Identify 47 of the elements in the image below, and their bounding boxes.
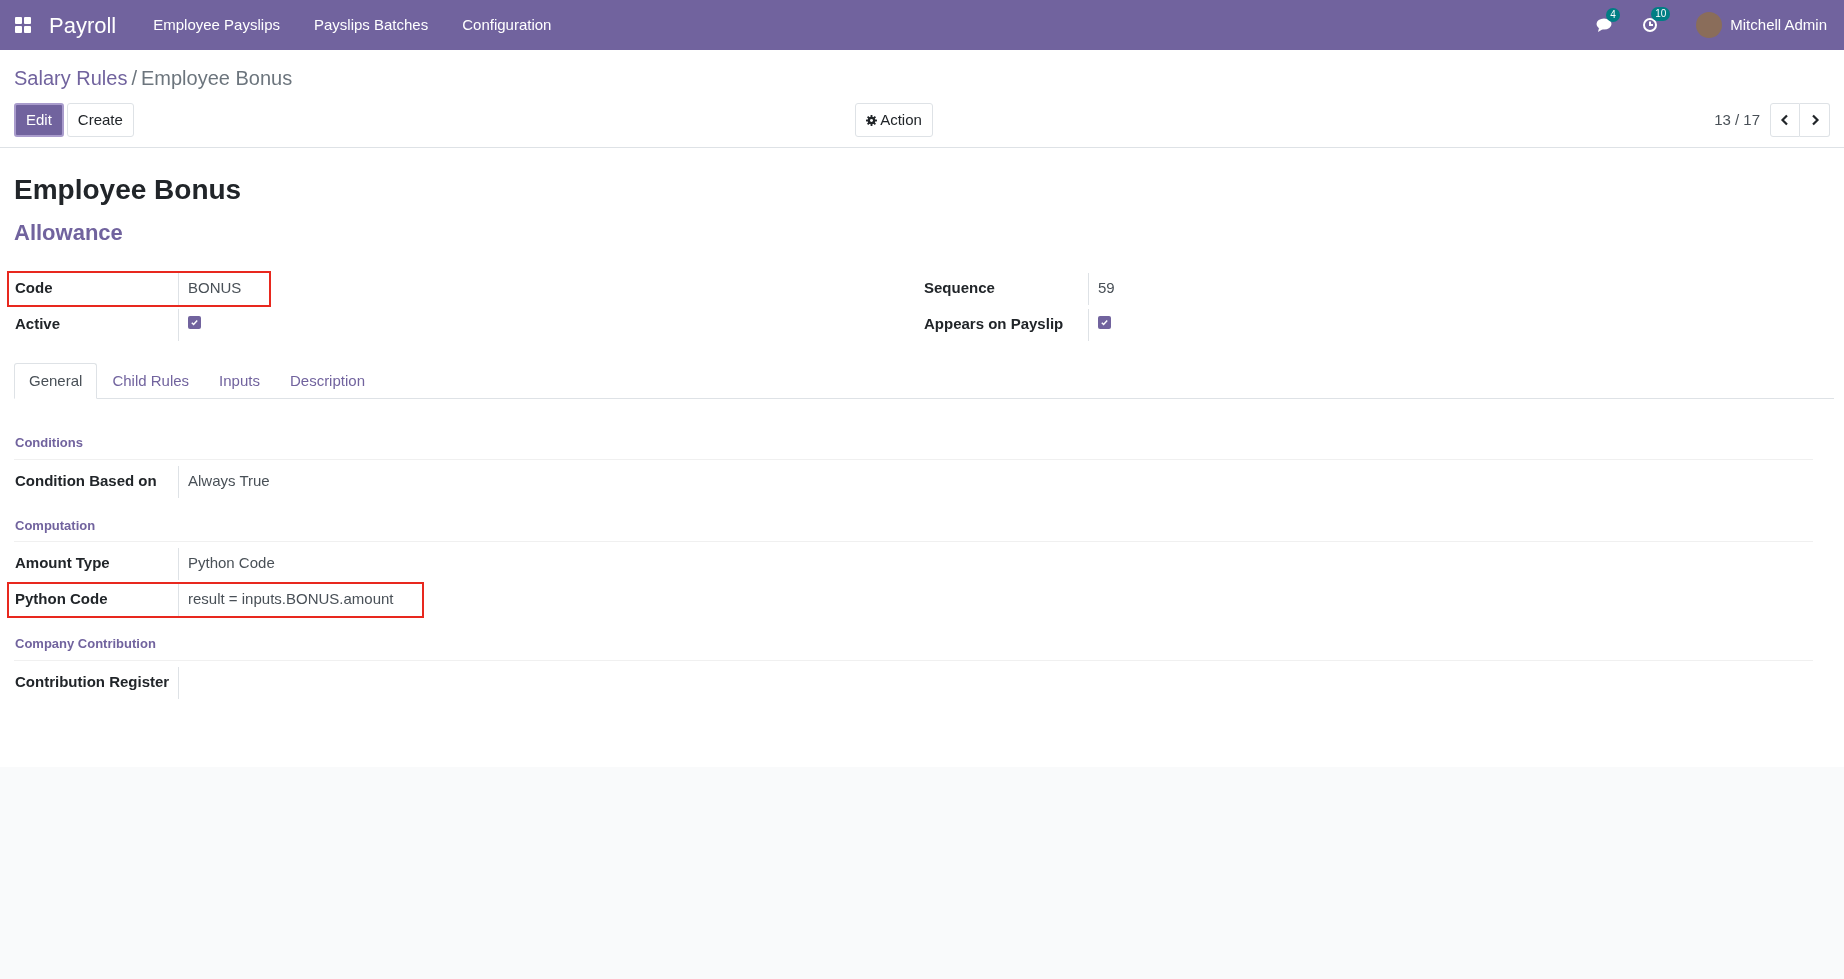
field-value: Always True: [188, 470, 270, 491]
pager-value: 13 / 17: [1714, 109, 1760, 130]
breadcrumb-separator: /: [131, 66, 137, 91]
field-label: Amount Type: [14, 553, 111, 573]
tab[interactable]: Child Rules: [97, 363, 205, 399]
menu-item[interactable]: Payslips Batches: [297, 13, 446, 37]
section-title: Conditions: [14, 433, 1813, 460]
breadcrumb-link[interactable]: Salary Rules: [14, 63, 128, 93]
field-value: BONUS: [188, 278, 242, 298]
checkmark-icon: [190, 318, 199, 327]
tab[interactable]: Description: [274, 363, 380, 399]
action-button[interactable]: Action: [855, 103, 933, 137]
field-value: Python Code: [188, 553, 275, 573]
field-label: Sequence: [923, 278, 996, 298]
field-label: Appears on Payslip: [923, 314, 1065, 334]
field-value: 59: [1098, 278, 1115, 298]
section-title: Company Contribution: [14, 634, 1813, 661]
field-label: Active: [14, 314, 62, 334]
clock-icon[interactable]: [1642, 17, 1659, 33]
badge: 4: [1606, 8, 1620, 22]
gear-icon: [866, 114, 878, 126]
badge: 10: [1651, 7, 1671, 21]
previous-button[interactable]: [1770, 103, 1800, 137]
app-name[interactable]: Payroll: [49, 8, 117, 42]
chevron-right-icon: [1809, 114, 1820, 126]
edit-button[interactable]: Edit: [14, 103, 64, 137]
checkbox[interactable]: [188, 316, 201, 329]
create-button[interactable]: Create: [66, 103, 134, 137]
checkmark-icon: [1100, 318, 1109, 327]
chevron-left-icon: [1780, 114, 1790, 126]
record-category: Allowance: [14, 219, 124, 247]
tab[interactable]: Inputs: [204, 363, 275, 399]
tab[interactable]: General: [14, 363, 98, 399]
field-label: Condition Based on: [14, 470, 158, 491]
checkbox[interactable]: [1098, 316, 1111, 329]
menu-item[interactable]: Configuration: [445, 13, 569, 37]
breadcrumb-current: Employee Bonus: [140, 66, 293, 91]
section-title: Computation: [14, 515, 1813, 542]
field-label: Contribution Register: [14, 671, 171, 692]
menu-item[interactable]: Employee Payslips: [136, 13, 297, 37]
app-grid-icon[interactable]: [15, 17, 31, 33]
user-name[interactable]: Mitchell Admin: [1730, 13, 1827, 37]
field-label: Python Code: [14, 589, 109, 609]
field-label: Code: [14, 278, 54, 298]
field-value: result = inputs.BONUS.amount: [188, 589, 394, 609]
record-title: Employee Bonus: [14, 173, 243, 207]
next-button[interactable]: [1800, 103, 1830, 137]
